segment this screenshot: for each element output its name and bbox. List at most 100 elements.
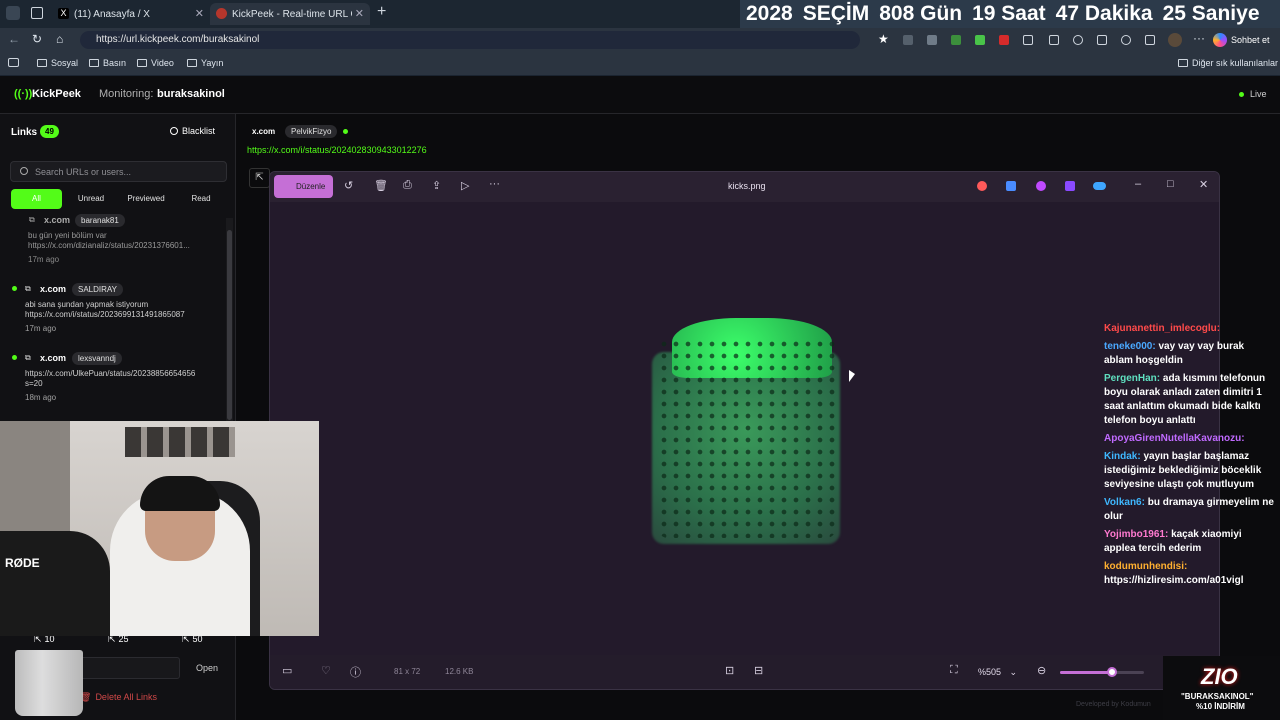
heart-icon[interactable]: ♡: [321, 664, 331, 677]
item-domain: x.com: [40, 284, 67, 294]
tab-label: (11) Anasayfa / X: [74, 8, 150, 20]
zoom-slider-thumb[interactable]: [1107, 667, 1118, 677]
bookmark-label: Yayın: [201, 58, 224, 68]
open-input[interactable]: [80, 657, 180, 679]
favorites-icon[interactable]: [1097, 35, 1107, 45]
countdown-label: SEÇİM: [802, 2, 870, 25]
copilot-icon: [1213, 33, 1227, 47]
rotate-icon[interactable]: ↺: [344, 179, 353, 192]
chat-message: kodumunhendisi: https://hizliresim.com/a…: [1104, 560, 1274, 588]
extension-icon[interactable]: [927, 35, 937, 45]
status-dot: [343, 129, 348, 134]
back-icon[interactable]: ←: [8, 32, 20, 46]
item-url[interactable]: https://x.com/i/status/20236991314918650…: [25, 310, 185, 319]
clipchamp-icon[interactable]: [1036, 181, 1046, 191]
bookmark-basin[interactable]: Basın: [89, 58, 126, 68]
filter-all[interactable]: All: [11, 189, 62, 209]
onedrive-icon[interactable]: [1093, 182, 1106, 190]
zoom-out-icon[interactable]: ⊖: [1037, 664, 1046, 677]
bookmark-video[interactable]: Video: [137, 58, 174, 68]
chat-message: Yojimbo1961: kaçak xiaomiyi applea terci…: [1104, 528, 1274, 556]
extension-icon[interactable]: [951, 35, 961, 45]
print-icon[interactable]: ⎙: [403, 179, 412, 192]
bookmark-label: Video: [151, 58, 174, 68]
filter-read[interactable]: Read: [176, 189, 226, 209]
main-url[interactable]: https://x.com/i/status/20240283094330122…: [247, 145, 427, 155]
chat-message: ApoyaGirenNutellaKavanozu:: [1104, 432, 1274, 446]
zoom-dropdown[interactable]: %505 ⌄: [970, 661, 1028, 683]
split-screen-icon[interactable]: [1049, 35, 1059, 45]
slideshow-icon[interactable]: ▷: [461, 179, 469, 192]
designer-icon[interactable]: [1006, 181, 1016, 191]
fit-window-icon[interactable]: ⛶: [950, 664, 958, 677]
close-icon[interactable]: ✕: [1199, 178, 1208, 191]
favorite-star-icon[interactable]: ★: [878, 32, 889, 46]
item-url-continued: s=20: [25, 379, 43, 388]
workspaces-icon[interactable]: [31, 7, 43, 19]
text-scan-icon[interactable]: ⊟: [754, 664, 763, 677]
extension-icon[interactable]: [975, 35, 985, 45]
sidebar-toggle-icon[interactable]: [8, 58, 19, 67]
info-icon[interactable]: ⓘ: [350, 664, 361, 680]
home-icon[interactable]: ⌂: [56, 32, 63, 46]
search-input[interactable]: Search URLs or users...: [10, 161, 227, 182]
folder-icon: [37, 59, 47, 67]
live-label: Live: [1250, 89, 1267, 99]
more-icon[interactable]: ···: [489, 178, 500, 190]
visual-search-icon[interactable]: ⊡: [725, 664, 734, 677]
user-icon: [170, 127, 178, 135]
filter-unread[interactable]: Unread: [66, 189, 116, 209]
extension-icon[interactable]: [999, 35, 1009, 45]
delete-icon[interactable]: 🗑: [374, 179, 388, 192]
extension-icon[interactable]: [1023, 35, 1033, 45]
minimize-icon[interactable]: –: [1135, 178, 1141, 190]
zoom-slider[interactable]: [1060, 667, 1144, 677]
x-logo-icon: ⧉: [25, 284, 31, 293]
share-icon[interactable]: ⇪: [432, 179, 441, 192]
avatar[interactable]: [1168, 33, 1182, 47]
close-icon[interactable]: ✕: [195, 7, 204, 20]
delete-all-links-button[interactable]: 🗑 Delete All Links: [80, 692, 157, 703]
copilot-label: Sohbet et: [1231, 35, 1270, 45]
open-button[interactable]: Open: [186, 657, 228, 679]
new-tab-icon[interactable]: +: [377, 3, 386, 21]
editor-icon[interactable]: [1065, 181, 1075, 191]
filmstrip-icon[interactable]: ▭: [282, 664, 292, 677]
item-url[interactable]: https://x.com/UlkePuan/status/2023885665…: [25, 369, 197, 378]
viewer-toolbar: Düzenle ↺ 🗑 ⎙ ⇪ ▷ ··· kicks.png – □ ✕: [270, 172, 1219, 202]
url-field[interactable]: https://url.kickpeek.com/buraksakinol: [80, 31, 860, 49]
collections-icon[interactable]: [1145, 35, 1155, 45]
edit-button[interactable]: Düzenle: [274, 175, 333, 198]
filter-previewed[interactable]: Previewed: [120, 189, 172, 209]
monitoring-label: Monitoring:: [99, 88, 154, 100]
maximize-icon[interactable]: □: [1167, 178, 1174, 190]
more-options-icon[interactable]: ···: [1193, 31, 1205, 45]
extension-icon[interactable]: [903, 35, 913, 45]
item-time: 17m ago: [28, 255, 60, 264]
bookmark-yayin[interactable]: Yayın: [187, 58, 223, 68]
search-placeholder: Search URLs or users...: [35, 167, 132, 177]
webcam-frames: [125, 427, 235, 457]
tab-kickpeek[interactable]: KickPeek - Real-time URL Crawler ✕: [210, 3, 370, 25]
extensions-icon[interactable]: [1073, 35, 1083, 45]
tab-actions-icon[interactable]: [6, 6, 20, 20]
refresh-icon[interactable]: ↻: [32, 32, 42, 46]
tab-x-home[interactable]: X (11) Anasayfa / X ✕: [52, 3, 210, 25]
viewer-status-bar: ▭ ♡ ⓘ 81 x 72 12.6 KB ⊡ ⊟ ⛶ %505 ⌄ ⊖: [270, 655, 1219, 689]
scrollbar-thumb[interactable]: [227, 230, 232, 420]
chat-user: teneke000:: [1104, 341, 1156, 352]
browser-essentials-icon[interactable]: [1121, 35, 1131, 45]
bookmark-other[interactable]: Diğer sık kullanılanlar: [1178, 58, 1278, 68]
chat-user: kodumunhendisi:: [1104, 561, 1188, 572]
copilot-button[interactable]: Sohbet et: [1213, 31, 1270, 49]
close-icon[interactable]: ✕: [355, 7, 364, 20]
bookmark-label: Basın: [103, 58, 127, 68]
countdown-year: 2028: [746, 2, 793, 25]
item-url[interactable]: https://x.com/dizianaliz/status/20231376…: [28, 241, 190, 250]
developer-credit: Developed by Kodumun: [1076, 701, 1151, 708]
bookmark-sosyal[interactable]: Sosyal: [37, 58, 78, 68]
folder-icon: [89, 59, 99, 67]
copilot-icon[interactable]: [977, 181, 987, 191]
blacklist-button[interactable]: Blacklist: [170, 126, 215, 136]
open-external-button[interactable]: ⇱: [249, 168, 270, 188]
